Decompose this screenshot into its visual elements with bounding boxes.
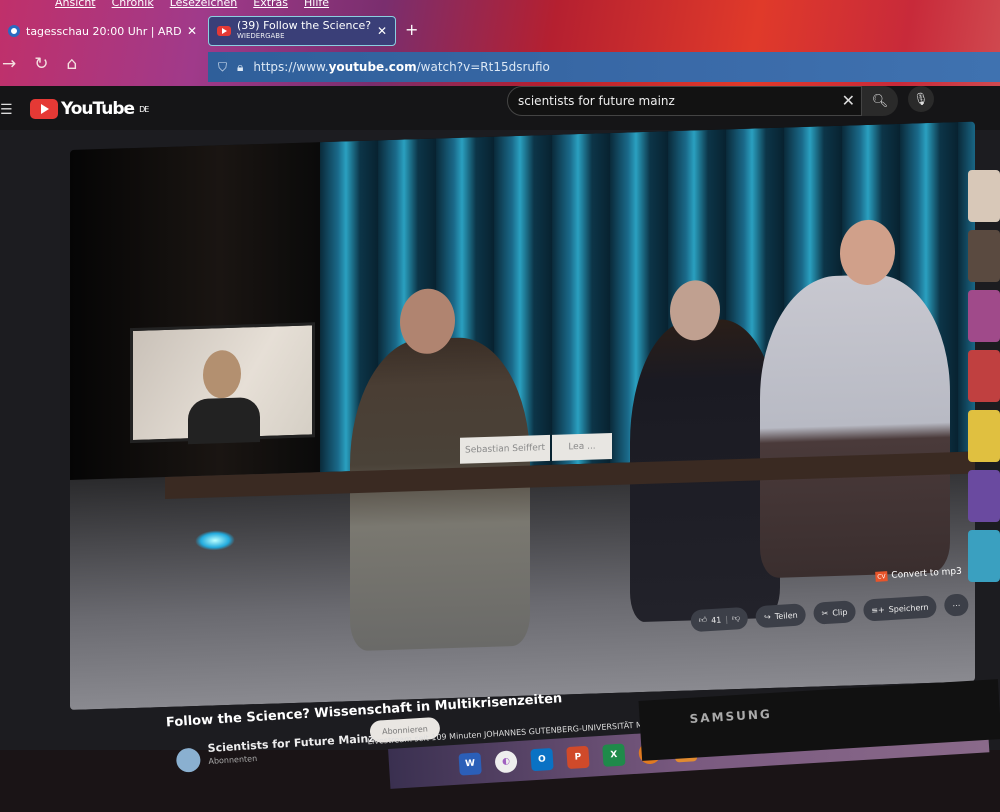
menu-chronik[interactable]: Chronik	[112, 0, 154, 9]
more-icon: ⋯	[952, 600, 961, 610]
search-input[interactable]: scientists for future mainz ✕	[507, 86, 862, 116]
channel-avatar[interactable]	[175, 747, 202, 773]
close-icon[interactable]: ✕	[377, 24, 387, 38]
clip-button[interactable]: ✂ Clip	[812, 600, 856, 625]
menu-lesezeichen[interactable]: Lesezeichen	[170, 0, 238, 9]
watch-page: Sebastian Seiffert Lea ... CV Convert to …	[0, 121, 1000, 789]
powerpoint-icon[interactable]: P	[566, 745, 590, 770]
url-bar[interactable]: ⛉ 🔒︎ https://www.youtube.com/watch?v=Rt1…	[208, 52, 1000, 82]
share-label: Teilen	[774, 610, 798, 621]
like-count: 41	[710, 614, 722, 625]
word-icon[interactable]: W	[458, 752, 482, 776]
clear-icon[interactable]: ✕	[842, 91, 855, 110]
playlist-add-icon: ≡+	[871, 604, 885, 615]
tab-youtube[interactable]: (39) Follow the Science? WissenWIEDERGAB…	[208, 16, 396, 46]
mic-button[interactable]: 🎙︎	[908, 86, 934, 112]
excel-icon[interactable]: X	[602, 743, 626, 767]
shield-icon: ⛉	[218, 59, 228, 74]
logo-text: YouTube	[61, 99, 135, 119]
share-button[interactable]: ↪ Teilen	[755, 603, 807, 629]
save-button[interactable]: ≡+ Speichern	[862, 595, 938, 622]
new-tab-icon[interactable]: +	[405, 20, 418, 39]
lock-icon: 🔒︎	[237, 59, 244, 74]
channel-name[interactable]: Scientists for Future Mainz	[207, 732, 375, 755]
tab-playing-label: WIEDERGABE	[237, 32, 285, 40]
menu-icon[interactable]: ☰	[0, 102, 13, 118]
clip-label: Clip	[831, 607, 848, 618]
youtube-logo-icon	[30, 99, 58, 119]
save-label: Speichern	[888, 602, 929, 614]
thumbs-down-icon[interactable]: 👎︎	[732, 613, 741, 623]
reload-icon[interactable]: ↻	[34, 54, 48, 74]
monitor-brand: SAMSUNG	[689, 706, 773, 726]
home-icon[interactable]: ⌂	[67, 54, 78, 74]
region-label: DE	[139, 104, 149, 114]
mic-icon: 🎙︎	[913, 92, 929, 106]
search-button[interactable]: 🔍︎	[862, 86, 898, 116]
convert-to-mp3-button[interactable]: CV Convert to mp3	[875, 567, 962, 582]
menu-extras[interactable]: Extras	[253, 0, 288, 9]
tagesschau-icon	[8, 25, 20, 37]
tab-title: (39) Follow the Science? Wissen	[237, 20, 371, 32]
menu-ansicht[interactable]: Ansicht	[55, 0, 96, 9]
share-icon: ↪	[763, 611, 772, 622]
convert-label: Convert to mp3	[891, 566, 963, 581]
app-icon[interactable]: ◐	[494, 750, 518, 774]
tab-title: tagesschau 20:00 Uhr | ARD Me	[26, 24, 181, 38]
tab-tagesschau[interactable]: tagesschau 20:00 Uhr | ARD Me ✕	[0, 16, 205, 46]
like-button[interactable]: 👍︎ 41 | 👎︎	[690, 606, 749, 633]
outlook-icon[interactable]: O	[530, 747, 554, 772]
url-domain: youtube.com	[328, 60, 417, 74]
youtube-logo[interactable]: YouTube DE	[30, 99, 149, 119]
forward-icon[interactable]: →	[2, 54, 16, 74]
search-icon: 🔍︎	[871, 93, 889, 109]
menu-bar: Ansicht Chronik Lesezeichen Extras Hilfe	[55, 0, 329, 9]
url-path: /watch?v=Rt15dsrufio	[416, 60, 550, 74]
subscriber-count: Abonnenten	[208, 753, 258, 766]
search-value: scientists for future mainz	[518, 94, 675, 108]
more-button[interactable]: ⋯	[943, 593, 970, 617]
url-prefix: https://www.	[253, 60, 329, 74]
thumbs-up-icon: 👍︎	[698, 615, 708, 625]
youtube-icon	[217, 26, 231, 36]
menu-hilfe[interactable]: Hilfe	[304, 0, 329, 9]
converter-icon: CV	[875, 571, 888, 582]
youtube-header: ☰ YouTube DE scientists for future mainz …	[0, 86, 1000, 130]
close-icon[interactable]: ✕	[187, 24, 197, 38]
video-title: Follow the Science? Wissenschaft in Mult…	[165, 691, 563, 731]
browser-chrome: Ansicht Chronik Lesezeichen Extras Hilfe…	[0, 0, 1000, 86]
scissors-icon: ✂	[821, 608, 829, 618]
